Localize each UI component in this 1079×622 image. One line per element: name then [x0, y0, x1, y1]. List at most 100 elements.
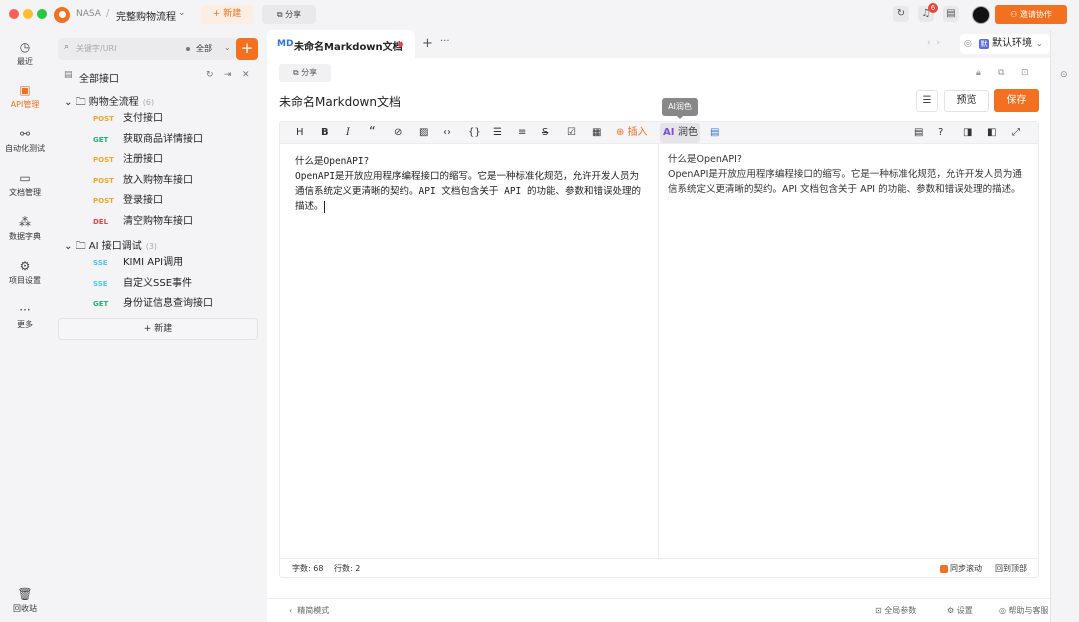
lock-alt-icon[interactable]: ⊡	[1021, 68, 1029, 78]
api-row[interactable]: SSEKIMI API调用	[93, 254, 183, 272]
help-button[interactable]: ◎ 帮助与客服	[999, 599, 1049, 622]
app-logo-icon	[54, 7, 70, 23]
new-api-button[interactable]: + 新建	[58, 318, 258, 340]
checkbox-icon[interactable]: ☑	[567, 126, 576, 140]
api-row[interactable]: GET获取商品详情接口	[93, 131, 203, 149]
share-icon: ⧉	[293, 68, 301, 77]
help-icon[interactable]: ?	[938, 126, 943, 140]
italic-button[interactable]: I	[346, 126, 350, 140]
simple-mode-toggle[interactable]: ‹ 精简模式	[289, 599, 329, 622]
split-view-icon[interactable]: ◧	[987, 126, 996, 140]
rail-item-settings[interactable]: ⚙项目设置	[0, 259, 50, 286]
tab-nav-arrows-icon[interactable]: ‹ ›	[927, 38, 940, 48]
tree-header[interactable]: 全部接口	[79, 70, 119, 85]
rail-label: 最近	[17, 57, 33, 66]
quote-button[interactable]: “	[369, 126, 376, 140]
search-input[interactable]: 关键字/URI	[76, 43, 116, 54]
more-tabs-icon[interactable]: ···	[440, 36, 450, 47]
global-params-label: 全局参数	[884, 606, 916, 615]
chevron-down-icon[interactable]: ⌄	[224, 43, 231, 52]
insert-button[interactable]: ⊕ 插入	[616, 126, 648, 140]
rail-item-dict[interactable]: ⁂数据字典	[0, 215, 50, 242]
sync-scroll-toggle[interactable]: 同步滚动	[940, 559, 982, 579]
back-to-top-button[interactable]: 回到顶部	[995, 559, 1027, 579]
table-icon[interactable]: ▦	[592, 126, 601, 140]
rail-item-more[interactable]: ···更多	[0, 303, 50, 330]
api-row[interactable]: DEL清空购物车接口	[93, 213, 193, 231]
settings-icon: ⚙	[0, 259, 50, 273]
sync-icon[interactable]: ↻	[206, 70, 214, 80]
checkbox-icon	[940, 565, 948, 573]
bullet-list-icon[interactable]: ☰	[493, 126, 502, 140]
lock-icon[interactable]: 🔒︎	[976, 68, 981, 78]
api-row[interactable]: POST登录接口	[93, 192, 163, 210]
refresh-icon[interactable]: ↻	[893, 6, 909, 22]
settings-tune-button[interactable]: ☰	[916, 90, 938, 112]
locate-icon[interactable]: ⇥	[224, 70, 232, 80]
ai-label: AI	[663, 127, 674, 138]
code-icon[interactable]: ‹›	[443, 126, 451, 140]
markdown-source[interactable]: 什么是OpenAPI? OpenAPI是开放应用程序编程接口的缩写。它是一种标准…	[295, 154, 647, 214]
minimize-window-button[interactable]	[23, 9, 33, 19]
panel-toggle-icon[interactable]: ⊙	[1060, 70, 1068, 80]
add-api-button[interactable]: +	[236, 38, 258, 60]
word-count: 字数: 68	[292, 559, 323, 579]
doc-share-button[interactable]: ⧉ 分享	[279, 64, 331, 82]
api-row[interactable]: POST放入购物车接口	[93, 172, 193, 190]
heading-button[interactable]: H	[296, 126, 304, 140]
rail-item-trash[interactable]: 🗑回收站	[0, 587, 50, 614]
toc-icon[interactable]: ▤	[914, 126, 923, 140]
bold-button[interactable]: B	[321, 126, 329, 140]
copy-icon[interactable]: ⧉	[998, 68, 1004, 78]
flow-icon: ⚯	[0, 127, 50, 141]
rail-item-automation[interactable]: ⚯自动化测试	[0, 127, 50, 154]
fullscreen-icon[interactable]: ⤢	[1012, 126, 1020, 140]
collapse-icon[interactable]: ✕	[242, 70, 250, 80]
preview-button[interactable]: 预览	[944, 90, 989, 112]
sidebar-right-icon[interactable]: ◨	[963, 126, 972, 140]
api-row[interactable]: SSE自定义SSE事件	[93, 275, 192, 293]
search-box[interactable]: ⌕ 关键字/URI 全部 ⌄	[58, 38, 236, 60]
markdown-preview: 什么是OpenAPI? OpenAPI是开放应用程序编程接口的缩写。它是一种标准…	[668, 152, 1028, 197]
left-rail: ◷最近 ▣API管理 ⚯自动化测试 ▭文档管理 ⁂数据字典 ⚙项目设置 ···更…	[0, 30, 50, 622]
ai-polish-button[interactable]: AI 润色	[663, 126, 698, 140]
doc-title[interactable]: 未命名Markdown文档	[279, 93, 401, 110]
message-icon[interactable]: ▤	[943, 6, 959, 22]
save-button[interactable]: 保存	[994, 89, 1039, 112]
global-params-button[interactable]: ⊡ 全局参数	[875, 599, 916, 622]
link-icon[interactable]: ⊘	[394, 126, 402, 140]
ai-polish-tooltip: AI润色	[662, 98, 698, 116]
outline-icon[interactable]: ▤	[710, 126, 719, 140]
api-name: 身份证信息查询接口	[123, 298, 213, 309]
strikethrough-icon[interactable]: S	[542, 126, 548, 140]
tab-markdown-doc[interactable]: MD 未命名Markdown文档	[267, 30, 415, 58]
source-pane[interactable]: 什么是OpenAPI? OpenAPI是开放应用程序编程接口的缩写。它是一种标准…	[280, 144, 659, 558]
rail-item-docs[interactable]: ▭文档管理	[0, 171, 50, 198]
new-label: 新建	[154, 324, 172, 334]
api-row[interactable]: POST注册接口	[93, 151, 163, 169]
rail-item-recent[interactable]: ◷最近	[0, 40, 50, 67]
invite-button[interactable]: ⚇ 邀请协作	[995, 5, 1067, 24]
filter-select[interactable]: 全部	[196, 43, 212, 54]
close-window-button[interactable]	[9, 9, 19, 19]
settings-button[interactable]: ⚙ 设置	[947, 599, 973, 622]
source-line: 什么是OpenAPI?	[295, 154, 647, 169]
code-block-icon[interactable]: {}	[468, 126, 481, 140]
flow-name[interactable]: 完整购物流程	[116, 8, 176, 23]
rail-label: API管理	[11, 100, 40, 109]
new-button[interactable]: + 新建	[201, 5, 253, 24]
api-row[interactable]: POST支付接口	[93, 110, 163, 128]
project-name[interactable]: NASA	[76, 9, 101, 19]
share-button[interactable]: ⧉ 分享	[262, 5, 316, 24]
environment-select[interactable]: ◎ 默 默认环境 ⌄	[960, 34, 1050, 54]
rail-item-api[interactable]: ▣API管理	[0, 83, 50, 110]
main-area: MD 未命名Markdown文档 + ··· ‹ › ◎ 默 默认环境 ⌄ ⧉ …	[267, 30, 1050, 622]
avatar[interactable]	[972, 6, 990, 24]
chevron-down-icon[interactable]: ⌄	[178, 8, 186, 18]
api-row[interactable]: GET身份证信息查询接口	[93, 295, 213, 313]
ordered-list-icon[interactable]: ≡	[518, 126, 526, 140]
maximize-window-button[interactable]	[37, 9, 47, 19]
add-tab-icon[interactable]: +	[422, 36, 433, 51]
image-icon[interactable]: ▨	[419, 126, 428, 140]
doc-icon: ▭	[0, 171, 50, 185]
